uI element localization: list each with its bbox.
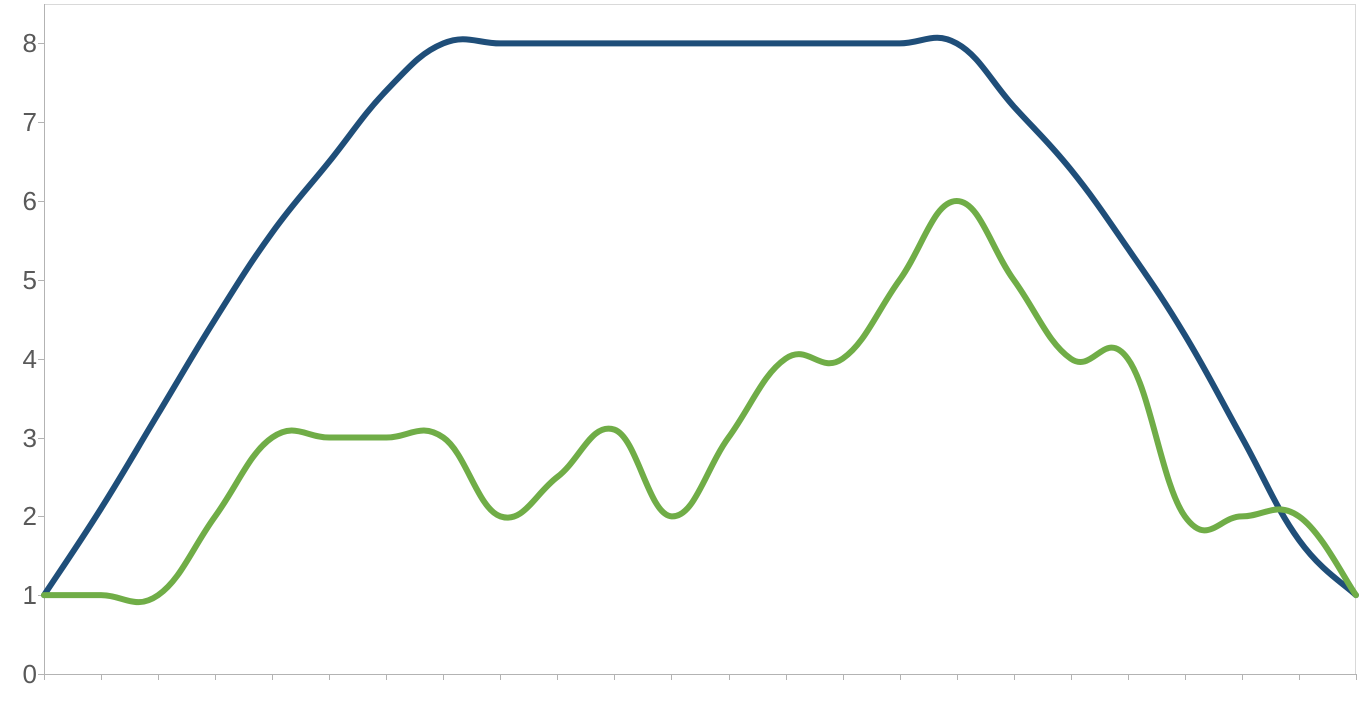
x-tick-mark [1356,674,1357,680]
y-tick-label: 5 [7,267,37,293]
x-tick-mark [272,674,273,680]
x-tick-mark [957,674,958,680]
x-tick-mark [900,674,901,680]
chart-lines [44,4,1356,674]
y-tick-label: 6 [7,188,37,214]
x-tick-mark [614,674,615,680]
x-tick-mark [729,674,730,680]
x-tick-mark [843,674,844,680]
x-tick-mark [1071,674,1072,680]
x-tick-mark [500,674,501,680]
x-tick-mark [1242,674,1243,680]
x-tick-mark [443,674,444,680]
y-tick-label: 3 [7,425,37,451]
x-tick-mark [1128,674,1129,680]
y-tick-label: 8 [7,30,37,56]
y-tick-label: 4 [7,346,37,372]
y-tick-label: 0 [7,661,37,687]
x-tick-mark [101,674,102,680]
y-tick-label: 1 [7,582,37,608]
x-tick-mark [557,674,558,680]
series-blue [44,38,1356,595]
x-axis-line [44,674,1356,675]
x-tick-mark [158,674,159,680]
x-tick-mark [786,674,787,680]
y-tick-label: 2 [7,503,37,529]
x-tick-mark [1185,674,1186,680]
x-tick-mark [329,674,330,680]
x-tick-mark [215,674,216,680]
line-chart: 0 1 2 3 4 5 6 7 8 [0,0,1367,707]
series-green [44,201,1356,602]
x-tick-mark [1299,674,1300,680]
x-tick-mark [386,674,387,680]
y-tick-label: 7 [7,109,37,135]
x-tick-mark [671,674,672,680]
x-tick-mark [44,674,45,680]
x-tick-mark [1014,674,1015,680]
